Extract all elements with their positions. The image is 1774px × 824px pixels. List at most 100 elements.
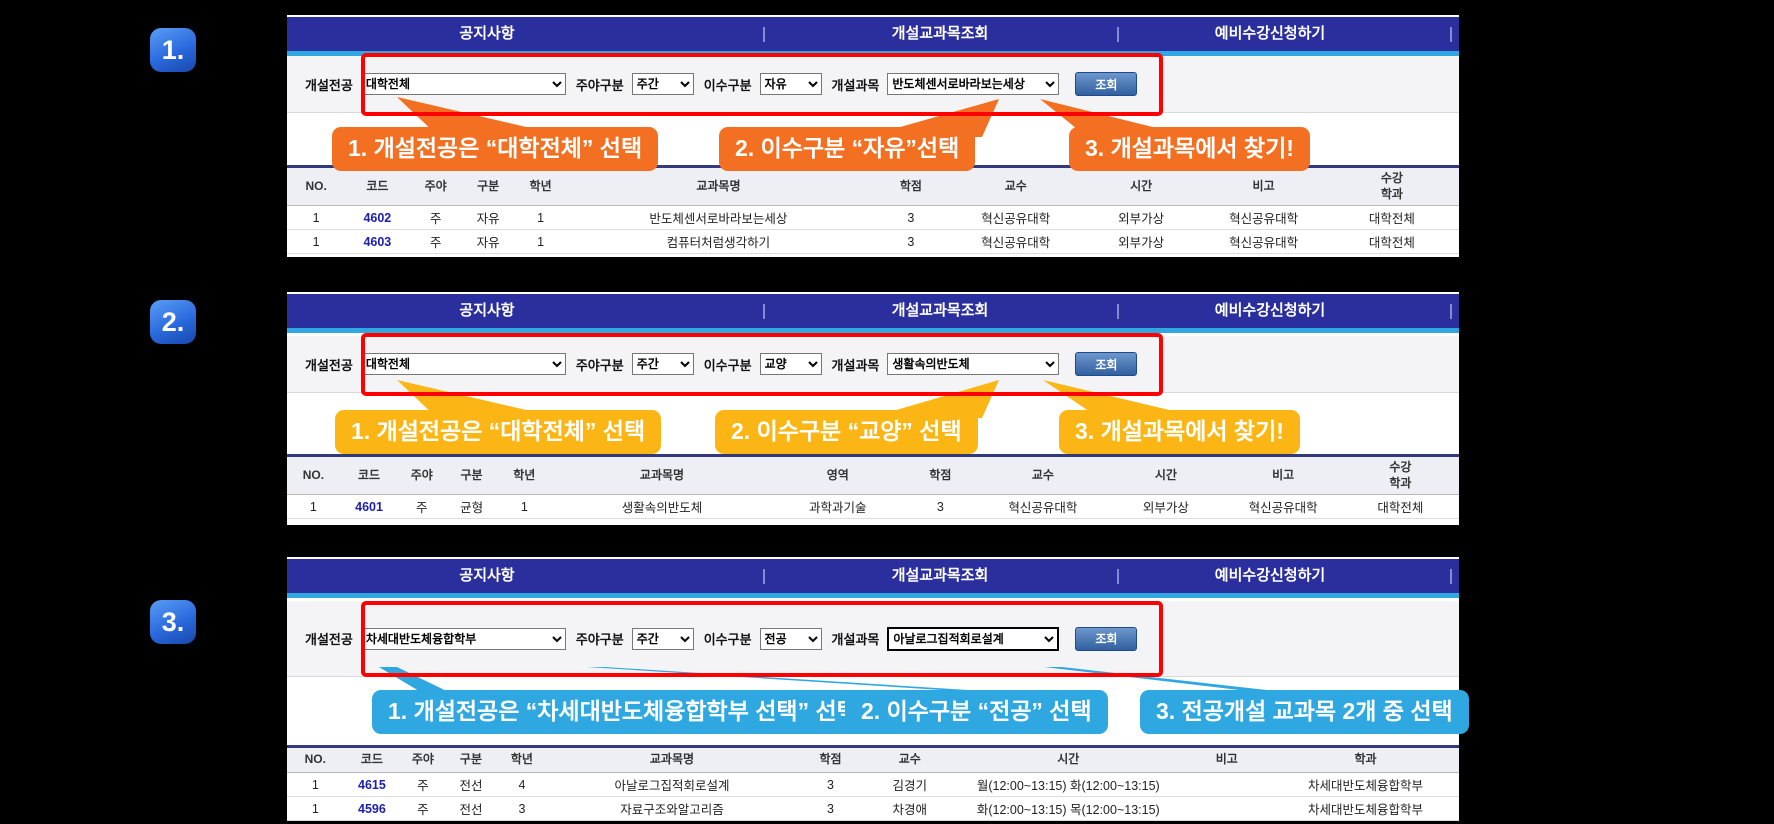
course-code-link[interactable]: 4603 <box>345 230 409 254</box>
course-type-label: 이수구분 <box>704 629 752 648</box>
search-button[interactable]: 조회 <box>1075 627 1137 651</box>
major-select[interactable]: 차세대반도체융합학부 <box>361 628 566 650</box>
course-select[interactable]: 생활속의반도체 <box>887 353 1059 375</box>
table-cell: 1 <box>287 206 345 230</box>
column-header: 교수 <box>864 747 955 773</box>
column-header: NO. <box>287 167 345 206</box>
search-button[interactable]: 조회 <box>1075 352 1137 376</box>
column-header: 구분 <box>446 747 497 773</box>
callout-step-1: 1. 개설전공은 “대학전체” 선택 <box>335 410 661 454</box>
nav-separator <box>1117 304 1119 319</box>
table-cell: 월(12:00~13:15) 화(12:00~13:15) <box>955 773 1181 797</box>
nav-separator <box>1450 569 1452 584</box>
table-cell: 주 <box>400 773 445 797</box>
table-cell: 차세대반도체융합학부 <box>1272 773 1459 797</box>
nav-bar: 공지사항 개설교과목조회 예비수강신청하기 <box>287 294 1459 328</box>
column-header: 주야 <box>409 167 461 206</box>
course-type-select[interactable]: 자유 <box>760 73 822 95</box>
column-header: 학점 <box>870 167 952 206</box>
table-cell: 3 <box>797 797 865 821</box>
table-cell: 주 <box>400 797 445 821</box>
table-cell: 아날로그집적회로설계 <box>547 773 796 797</box>
search-button[interactable]: 조회 <box>1075 72 1137 96</box>
column-header: 학년 <box>496 747 547 773</box>
daynight-select[interactable]: 주간 <box>632 73 694 95</box>
column-header: 주야 <box>400 747 445 773</box>
table-cell: 1 <box>287 797 344 821</box>
table-cell: 자유 <box>462 230 514 254</box>
daynight-select[interactable]: 주간 <box>632 353 694 375</box>
callout-step-1: 1. 개설전공은 “대학전체” 선택 <box>332 127 658 171</box>
table-cell: 4 <box>496 773 547 797</box>
column-header: NO. <box>287 456 340 495</box>
table-cell: 외부가상 <box>1107 495 1224 519</box>
course-type-select[interactable]: 전공 <box>760 628 822 650</box>
table-cell: 주 <box>398 495 445 519</box>
table-cell: 3 <box>870 206 952 230</box>
major-select[interactable]: 대학전체 <box>361 73 566 95</box>
table-cell: 외부가상 <box>1080 206 1202 230</box>
course-label: 개설과목 <box>832 355 880 374</box>
column-header: 주야 <box>398 456 445 495</box>
course-search-form: 개설전공 차세대반도체융합학부 주야구분 주간 이수구분 전공 개설과목 아날로… <box>287 601 1459 677</box>
tab-pre-registration[interactable]: 예비수강신청하기 <box>1215 17 1325 51</box>
column-header: 구분 <box>445 456 498 495</box>
nav-separator <box>1450 304 1452 319</box>
table-cell: 주 <box>409 230 461 254</box>
table-cell: 1 <box>287 230 345 254</box>
table-cell: 반도체센서로바라보는세상 <box>567 206 870 230</box>
tab-notices[interactable]: 공지사항 <box>459 559 514 593</box>
column-header: 코드 <box>345 167 409 206</box>
table-cell: 1 <box>498 495 551 519</box>
table-cell: 대학전체 <box>1342 495 1459 519</box>
column-header: 학년 <box>514 167 566 206</box>
table-cell: 혁신공유대학 <box>952 230 1080 254</box>
column-header: 비고 <box>1225 456 1342 495</box>
major-label: 개설전공 <box>305 355 353 374</box>
column-header: 코드 <box>344 747 401 773</box>
column-header: 교과목명 <box>567 167 870 206</box>
table-cell: 화(12:00~13:15) 목(12:00~13:15) <box>955 797 1181 821</box>
tab-pre-registration[interactable]: 예비수강신청하기 <box>1215 559 1325 593</box>
tab-notices[interactable]: 공지사항 <box>459 294 514 328</box>
table-cell: 1 <box>287 773 344 797</box>
table-row: 14615주전선4아날로그집적회로설계3김경기월(12:00~13:15) 화(… <box>287 773 1459 797</box>
table-row: 14603주자유1컴퓨터처럼생각하기3혁신공유대학외부가상혁신공유대학대학전체 <box>287 230 1459 254</box>
table-cell: 3 <box>797 773 865 797</box>
screenshot-panel-3: 공지사항 개설교과목조회 예비수강신청하기 개설전공 차세대반도체융합학부 주야… <box>287 557 1459 819</box>
nav-bar: 공지사항 개설교과목조회 예비수강신청하기 <box>287 559 1459 593</box>
column-header: 학점 <box>902 456 978 495</box>
major-select[interactable]: 대학전체 <box>361 353 566 375</box>
callout-step-2: 2. 이수구분 “교양” 선택 <box>715 410 978 454</box>
column-header: 구분 <box>462 167 514 206</box>
tab-notices[interactable]: 공지사항 <box>459 17 514 51</box>
course-code-link[interactable]: 4602 <box>345 206 409 230</box>
callout-step-3: 3. 개설과목에서 찾기! <box>1069 127 1310 171</box>
callout-step-3: 3. 전공개설 교과목 2개 중 선택 <box>1140 690 1469 734</box>
tab-course-search[interactable]: 개설교과목조회 <box>892 17 989 51</box>
course-type-label: 이수구분 <box>704 355 752 374</box>
course-select[interactable]: 반도체센서로바라보는세상 <box>887 73 1059 95</box>
course-code-link[interactable]: 4601 <box>340 495 399 519</box>
step-badge-1: 1. <box>150 28 196 72</box>
course-type-select[interactable]: 교양 <box>760 353 822 375</box>
nav-separator <box>763 569 765 584</box>
table-cell: 전선 <box>446 797 497 821</box>
course-select[interactable]: 아날로그집적회로설계 <box>887 627 1059 651</box>
course-code-link[interactable]: 4596 <box>344 797 401 821</box>
column-header: 시간 <box>1107 456 1224 495</box>
nav-separator <box>1450 27 1452 42</box>
step-badge-3: 3. <box>150 600 196 644</box>
course-search-form: 개설전공 대학전체 주야구분 주간 이수구분 교양 개설과목 생활속의반도체 조… <box>287 336 1459 393</box>
tab-course-search[interactable]: 개설교과목조회 <box>892 559 989 593</box>
tab-pre-registration[interactable]: 예비수강신청하기 <box>1215 294 1325 328</box>
table-cell: 생활속의반도체 <box>551 495 774 519</box>
daynight-select[interactable]: 주간 <box>632 628 694 650</box>
tab-course-search[interactable]: 개설교과목조회 <box>892 294 989 328</box>
table-cell: 혁신공유대학 <box>952 206 1080 230</box>
screenshot-panel-2: 공지사항 개설교과목조회 예비수강신청하기 개설전공 대학전체 주야구분 주간 … <box>287 292 1459 525</box>
table-header-row: NO.코드주야구분학년교과목명학점교수시간비고수강 학과 <box>287 167 1459 206</box>
table-cell: 전선 <box>446 773 497 797</box>
table-cell: 3 <box>496 797 547 821</box>
course-code-link[interactable]: 4615 <box>344 773 401 797</box>
